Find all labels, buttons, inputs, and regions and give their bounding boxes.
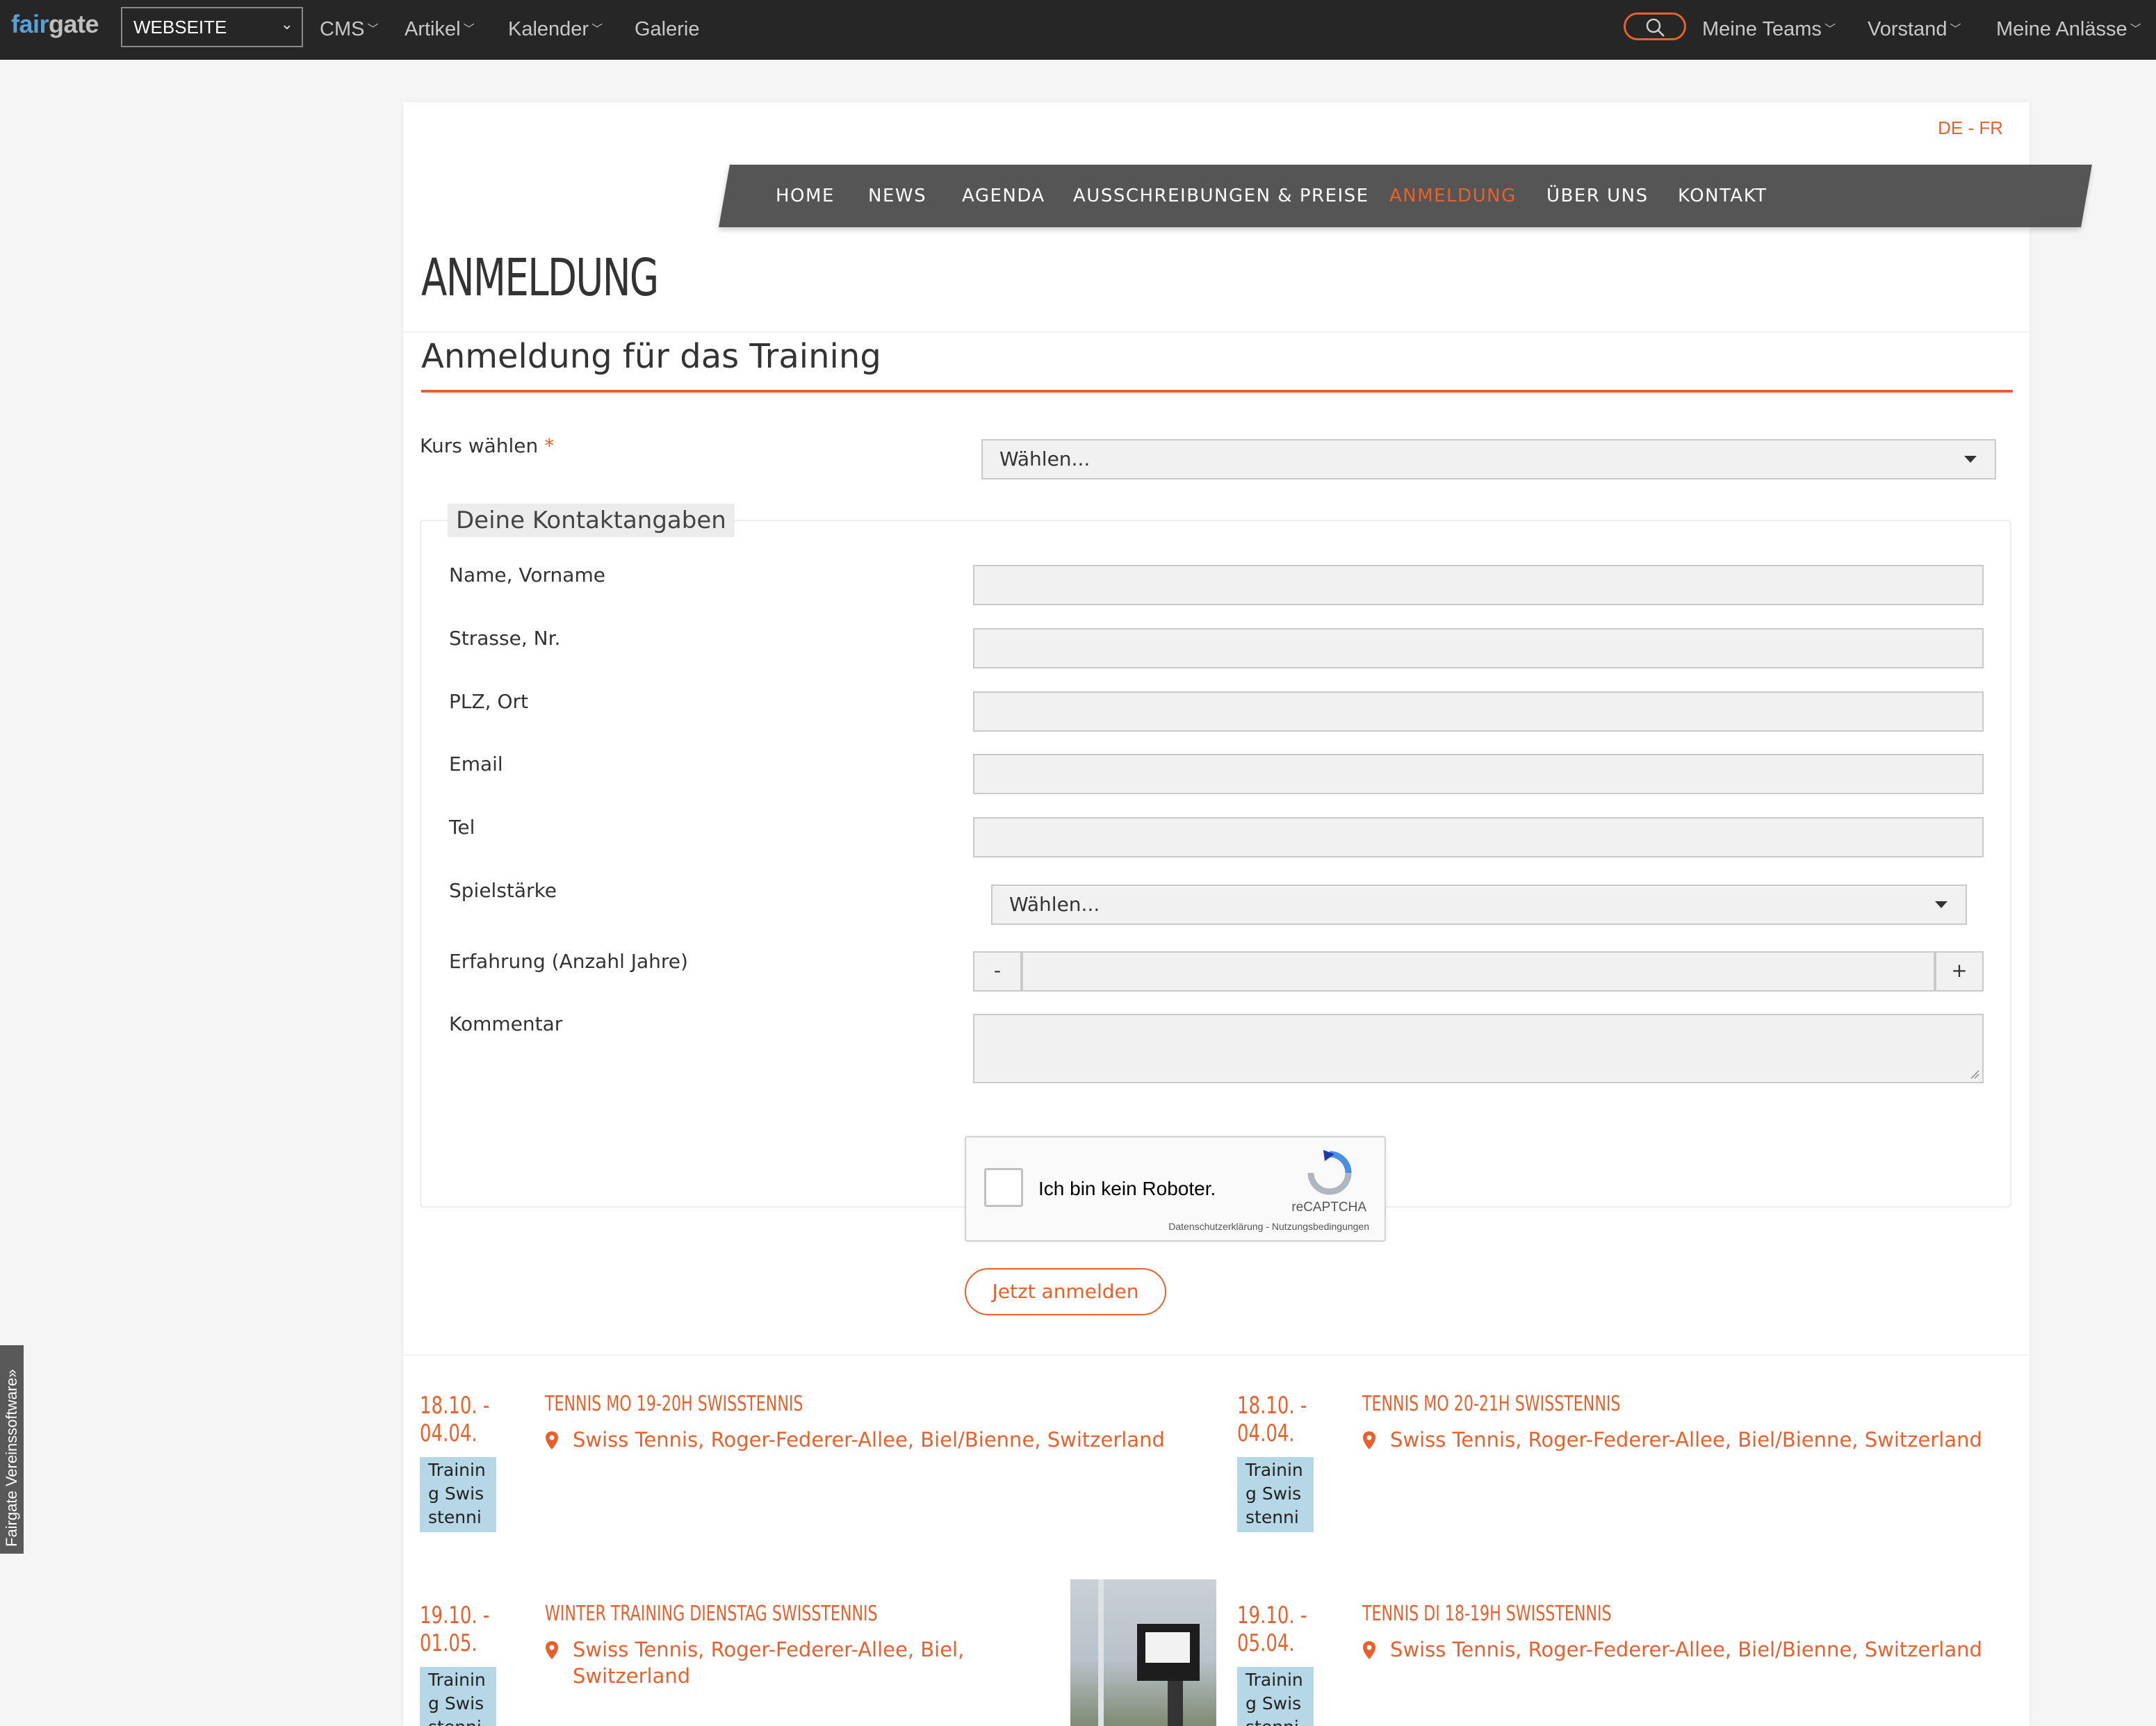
caret-down-icon (1964, 456, 1977, 463)
zip-label: PLZ, Ort (449, 690, 528, 713)
divider (403, 1354, 2030, 1356)
course-select[interactable]: Wählen... (981, 439, 1996, 479)
recaptcha-brand: reCAPTCHA (1291, 1200, 1366, 1215)
topnav-meine-teams[interactable]: Meine Teams ﹀ (1702, 0, 1836, 60)
comment-label: Kommentar (449, 1012, 563, 1035)
topnav-galerie[interactable]: Galerie (635, 0, 700, 60)
event-date-start: 18.10. - (420, 1392, 490, 1420)
map-pin-icon (546, 1431, 558, 1449)
nav-anmeldung[interactable]: ANMELDUNG (1389, 165, 1517, 227)
comment-textarea[interactable] (973, 1014, 1984, 1083)
divider (403, 331, 2030, 333)
zip-input[interactable] (973, 691, 1984, 732)
event-date-end: 01.05. (420, 1629, 477, 1657)
language-switch[interactable]: DE - FR (1938, 117, 2003, 139)
chevron-down-icon: ﹀ (1824, 24, 1836, 36)
chevron-down-icon: ﹀ (2130, 24, 2141, 36)
event-date-start: 19.10. - (1237, 1602, 1307, 1629)
stepper-minus-button[interactable]: - (973, 951, 1022, 992)
event-location[interactable]: Swiss Tennis, Roger-Federer-Allee, Biel/… (573, 1427, 1165, 1453)
site-select[interactable]: WEBSEITE ⌄ (121, 7, 303, 47)
topnav-cms[interactable]: CMS ﹀ (320, 0, 378, 60)
name-input[interactable] (973, 565, 1984, 605)
event-title[interactable]: TENNIS MO 19-20H SWISSTENNIS (545, 1392, 803, 1416)
street-input[interactable] (973, 628, 1984, 668)
experience-label: Erfahrung (Anzahl Jahre) (449, 950, 688, 973)
event-date-end: 05.04. (1237, 1629, 1295, 1657)
event-title[interactable]: WINTER TRAINING DIENSTAG SWISSTENNIS (545, 1602, 878, 1626)
topnav-artikel[interactable]: Artikel ﹀ (405, 0, 475, 60)
event-date-start: 19.10. - (420, 1602, 490, 1629)
recaptcha-links[interactable]: Datenschutzerklärung - Nutzungsbedingung… (1168, 1221, 1369, 1232)
event-location[interactable]: Swiss Tennis, Roger-Federer-Allee, Biel/… (1390, 1636, 1982, 1663)
admin-topbar: fairgate WEBSEITE ⌄ CMS ﹀ Artikel ﹀ Kalend… (0, 0, 2156, 60)
street-label: Strasse, Nr. (449, 627, 561, 650)
nav-kontakt[interactable]: KONTAKT (1678, 165, 1767, 227)
chevron-down-icon: ﹀ (367, 24, 379, 36)
recaptcha-checkbox[interactable] (984, 1168, 1023, 1207)
form-title-underline (421, 390, 2013, 393)
recaptcha-label: Ich bin kein Roboter. (1038, 1178, 1216, 1199)
name-label: Name, Vorname (449, 564, 605, 586)
map-pin-icon (546, 1641, 558, 1659)
nav-ueber-uns[interactable]: ÜBER UNS (1546, 165, 1649, 227)
map-pin-icon (1363, 1641, 1375, 1659)
level-select[interactable]: Wählen... (991, 885, 1967, 925)
chevron-down-icon: ﹀ (463, 24, 475, 36)
event-location[interactable]: Swiss Tennis, Roger-Federer-Allee, Biel/… (1390, 1427, 1982, 1453)
contact-fieldset (420, 520, 2011, 1208)
event-badge: Training Swisstennis (420, 1457, 496, 1532)
topnav-meine-anlaesse[interactable]: Meine Anlässe ﹀ (1996, 0, 2141, 60)
nav-ausschreibungen[interactable]: AUSSCHREIBUNGEN & PREISE (1073, 165, 1369, 227)
topnav-vorstand[interactable]: Vorstand ﹀ (1868, 0, 1961, 60)
event-location[interactable]: Swiss Tennis, Roger-Federer-Allee, Biel, (573, 1636, 964, 1663)
form-title: Anmeldung für das Training (421, 337, 881, 376)
caret-down-icon (1935, 901, 1947, 908)
page-title: ANMELDUNG (421, 248, 659, 308)
event-date-end: 04.04. (420, 1420, 477, 1447)
nav-home[interactable]: HOME (776, 165, 835, 227)
event-date-start: 18.10. - (1237, 1392, 1307, 1420)
event-badge: Training Swisstennis (1237, 1667, 1314, 1726)
stepper-plus-button[interactable]: + (1935, 951, 1984, 992)
search-icon (1646, 18, 1665, 37)
event-photo[interactable] (1070, 1579, 1216, 1726)
recaptcha-icon (1307, 1150, 1352, 1195)
fairgate-side-tab[interactable]: Fairgate Vereinssoftware» (0, 1345, 24, 1554)
tel-input[interactable] (973, 817, 1984, 857)
resize-handle-icon[interactable] (1970, 1069, 1979, 1079)
topnav-kalender[interactable]: Kalender ﹀ (508, 0, 603, 60)
event-badge: Training Swisstennis (1237, 1457, 1314, 1532)
chevron-down-icon: ﹀ (591, 24, 603, 36)
event-date-end: 04.04. (1237, 1420, 1295, 1447)
email-input[interactable] (973, 754, 1984, 794)
experience-input[interactable] (1022, 951, 1935, 992)
nav-news[interactable]: NEWS (868, 165, 926, 227)
chevron-down-icon: ﹀ (1950, 24, 1961, 36)
event-title[interactable]: TENNIS DI 18-19H SWISSTENNIS (1362, 1602, 1612, 1626)
submit-button[interactable]: Jetzt anmelden (965, 1268, 1166, 1315)
map-pin-icon (1363, 1431, 1375, 1449)
level-label: Spielstärke (449, 879, 557, 902)
tel-label: Tel (449, 816, 475, 839)
email-label: Email (449, 753, 503, 775)
event-location[interactable]: Switzerland (573, 1663, 690, 1689)
required-mark: * (544, 434, 555, 457)
event-badge: Training Swisstennis (420, 1667, 496, 1726)
page-container: DE - FR HOME NEWS AGENDA AUSSCHREIBUNGEN… (403, 102, 2092, 1726)
fieldset-legend: Deine Kontaktangaben (448, 504, 735, 537)
search-button[interactable] (1624, 13, 1686, 40)
fairgate-logo[interactable]: fairgate (11, 10, 99, 39)
chevron-down-icon: ⌄ (280, 15, 293, 33)
event-title[interactable]: TENNIS MO 20-21H SWISSTENNIS (1362, 1392, 1620, 1416)
nav-agenda[interactable]: AGENDA (962, 165, 1045, 227)
recaptcha-widget: Ich bin kein Roboter. reCAPTCHA Datensch… (965, 1136, 1386, 1242)
course-label: Kurs wählen * (420, 434, 555, 457)
